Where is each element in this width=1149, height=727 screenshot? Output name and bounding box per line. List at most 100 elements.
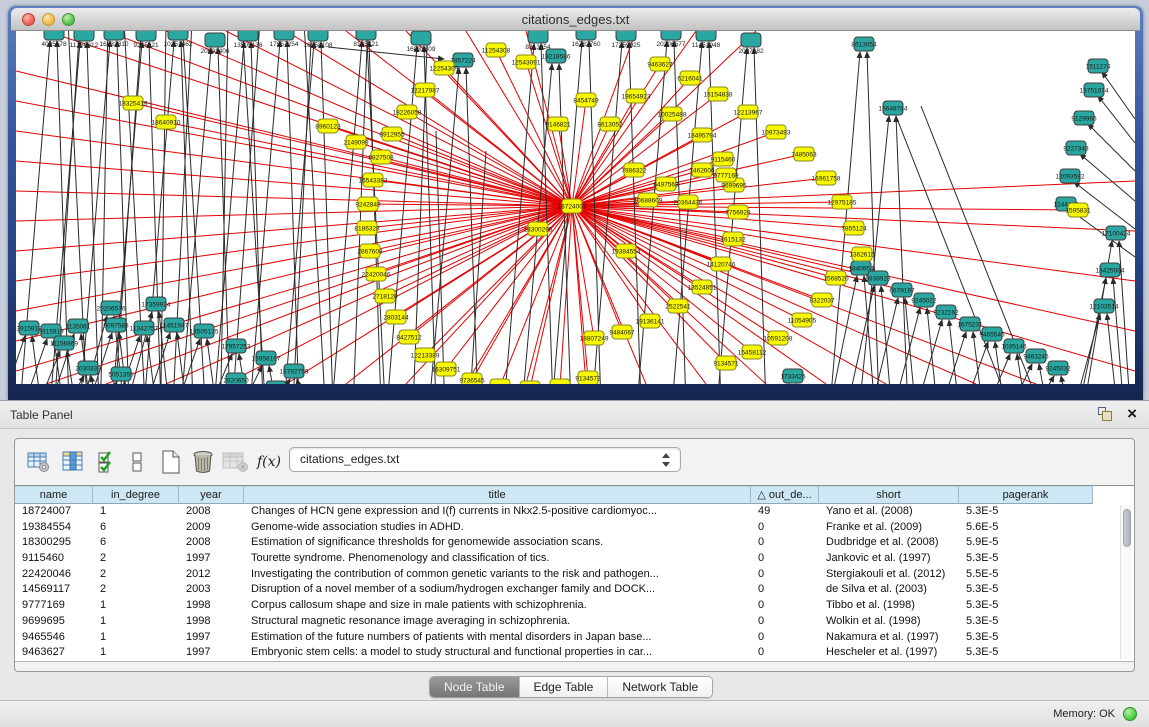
- graph-node[interactable]: 12543091: [512, 55, 541, 69]
- graph-node[interactable]: 8556743: [487, 379, 513, 384]
- graph-node[interactable]: 9242848: [355, 197, 381, 211]
- graph-node[interactable]: 7986322: [621, 163, 647, 177]
- graph-node[interactable]: 7855124: [841, 221, 867, 235]
- column-header-short[interactable]: short: [819, 486, 959, 504]
- graph-node[interactable]: 12213389: [411, 348, 440, 362]
- graph-node[interactable]: 2620650: [223, 373, 249, 384]
- graph-node[interactable]: 4035578: [41, 31, 67, 48]
- graph-node[interactable]: 9245022: [911, 293, 937, 307]
- scrollbar-thumb[interactable]: [1123, 509, 1131, 547]
- graph-node[interactable]: 16033810: [100, 31, 129, 48]
- graph-node[interactable]: 10351462: [164, 31, 193, 48]
- graph-node[interactable]: 7756928: [725, 205, 751, 219]
- graph-node[interactable]: 11156869: [50, 336, 78, 350]
- table-row[interactable]: 977716911998Corpus callosum shape and si…: [15, 598, 1118, 614]
- graph-node[interactable]: 8135721: [353, 31, 379, 48]
- selection-mode-icon[interactable]: [93, 448, 121, 476]
- graph-node[interactable]: 1135061: [66, 319, 91, 333]
- float-window-icon[interactable]: [1098, 407, 1113, 422]
- graph-node[interactable]: 9232162: [933, 305, 959, 319]
- table-row[interactable]: 1872400712008Changes of HCN gene express…: [15, 504, 1118, 520]
- graph-node[interactable]: 17957254: [270, 31, 299, 48]
- table-selector-dropdown[interactable]: citations_edges.txt: [289, 447, 681, 472]
- graph-node[interactable]: 19218586: [542, 49, 571, 63]
- graph-node[interactable]: 16154838: [704, 87, 733, 101]
- graph-node[interactable]: 11254308: [482, 43, 511, 57]
- graph-node[interactable]: 6679197: [889, 283, 915, 297]
- column-header-outde[interactable]: △ out_de...: [751, 486, 819, 504]
- graph-node[interactable]: 18226058: [393, 105, 422, 119]
- graph-node[interactable]: 9129966: [1071, 111, 1097, 125]
- graph-node[interactable]: 2149099: [343, 135, 369, 149]
- graph-node[interactable]: 9827508: [368, 150, 394, 164]
- graph-node[interactable]: 6497568: [653, 177, 679, 191]
- graph-node[interactable]: 1675231: [957, 317, 983, 331]
- graph-node[interactable]: 9146821: [545, 117, 571, 131]
- table-row[interactable]: 969969511998Structural magnetic resonanc…: [15, 614, 1118, 630]
- graph-node[interactable]: 18325419: [119, 96, 148, 110]
- network-canvas[interactable]: 4035578113506121603381092450211035146220…: [16, 31, 1135, 384]
- graph-node[interactable]: 11451947: [160, 318, 189, 332]
- graph-node[interactable]: 10591208: [764, 331, 793, 345]
- graph-node[interactable]: 16033809: [407, 31, 436, 53]
- table-mode-icon[interactable]: [25, 448, 53, 476]
- graph-node[interactable]: 7254042: [517, 381, 543, 384]
- delete-table-icon[interactable]: [221, 448, 249, 476]
- graph-node[interactable]: 9465546: [979, 327, 1005, 341]
- table-row[interactable]: 946554611997Estimation of the future num…: [15, 630, 1118, 646]
- table-row[interactable]: 911546021997Tourette syndrome. Phenomeno…: [15, 551, 1118, 567]
- graph-node[interactable]: 11451948: [692, 31, 721, 49]
- graph-node[interactable]: 8613054: [851, 37, 877, 51]
- graph-node[interactable]: 8475039: [547, 379, 573, 384]
- graph-node[interactable]: 8912955: [379, 127, 405, 141]
- graph-node[interactable]: 16782759: [280, 364, 309, 378]
- table-body[interactable]: 1872400712008Changes of HCN gene express…: [15, 504, 1118, 661]
- table-row[interactable]: 2242004622012Investigating the contribut…: [15, 567, 1118, 583]
- graph-node[interactable]: 8186328: [354, 221, 380, 235]
- table-row[interactable]: 1830029562008Estimation of significance …: [15, 535, 1118, 551]
- graph-node[interactable]: 8813054: [525, 31, 551, 51]
- graph-node[interactable]: 2718120: [372, 289, 398, 303]
- column-header-pagerank[interactable]: pagerank: [959, 486, 1093, 504]
- table-header-row[interactable]: namein_degreeyeartitle△ out_de...shortpa…: [15, 486, 1093, 504]
- graph-node[interactable]: 6216041: [677, 71, 703, 85]
- tab-edge-table[interactable]: Edge Table: [520, 677, 609, 697]
- graph-node[interactable]: 1615132: [720, 232, 746, 246]
- graph-node[interactable]: 1595831: [1065, 203, 1091, 217]
- graph-node[interactable]: 8427512: [396, 330, 422, 344]
- graph-node[interactable]: 8322037: [809, 293, 835, 307]
- table-row[interactable]: 946362711997Embryonic stem cells: a mode…: [15, 645, 1118, 661]
- graph-node[interactable]: 2803144: [383, 310, 409, 324]
- graph-node[interactable]: 13505135: [190, 324, 219, 338]
- graph-node[interactable]: 16543382: [359, 173, 388, 187]
- graph-node[interactable]: 9245032: [1045, 361, 1071, 375]
- graph-node[interactable]: 1035146: [1001, 339, 1027, 353]
- graph-node[interactable]: 1930216: [263, 381, 289, 384]
- graph-node[interactable]: 17359924: [142, 297, 171, 311]
- graph-node[interactable]: 16961758: [812, 171, 841, 185]
- graph-node[interactable]: 9463246: [1023, 349, 1049, 363]
- column-header-year[interactable]: year: [179, 486, 244, 504]
- function-builder-icon[interactable]: f(x): [255, 448, 283, 476]
- graph-node[interactable]: 16958107: [252, 351, 281, 365]
- graph-node[interactable]: 11054905: [788, 313, 817, 327]
- graph-node[interactable]: 8454749: [573, 93, 599, 107]
- graph-node[interactable]: 17957253: [222, 339, 251, 353]
- delete-column-icon[interactable]: [189, 448, 217, 476]
- graph-node[interactable]: 17359925: [612, 31, 641, 49]
- graph-node[interactable]: 9777169: [713, 168, 739, 182]
- graph-node[interactable]: 1511274: [1086, 59, 1111, 73]
- memory-ok-indicator[interactable]: [1123, 707, 1137, 721]
- graph-node[interactable]: 20691406: [201, 33, 230, 55]
- graph-node[interactable]: 7462606: [689, 163, 715, 177]
- table-row[interactable]: 1938455462009Genome-wide association stu…: [15, 520, 1118, 536]
- graph-node[interactable]: 7485063: [791, 147, 817, 161]
- column-header-title[interactable]: title: [244, 486, 751, 504]
- graph-node[interactable]: 15751074: [1080, 83, 1109, 97]
- graph-node[interactable]: 18807249: [580, 331, 609, 345]
- graph-node[interactable]: 9463627: [647, 57, 673, 71]
- graph-node[interactable]: 9097588: [103, 318, 129, 332]
- graph-node[interactable]: 16782760: [572, 31, 601, 48]
- graph-node[interactable]: 2522541: [665, 299, 691, 313]
- graph-node[interactable]: 8613052: [597, 117, 623, 131]
